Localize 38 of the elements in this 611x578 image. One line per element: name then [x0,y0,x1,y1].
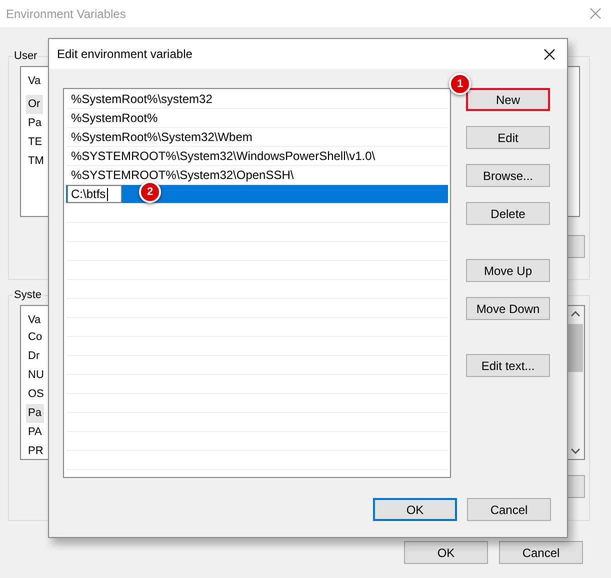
path-text: %SYSTEMROOT%\System32\WindowsPowerShell\v1.0\ [71,149,376,163]
list-item[interactable]: NU [26,366,47,385]
list-item[interactable]: Or [26,95,44,114]
group-label: Syste [13,289,43,301]
column-header[interactable]: Va [28,312,41,328]
list-item[interactable]: Dr [26,347,43,366]
field-value: C:\btfs [71,187,106,201]
action-button[interactable]: Move Down [466,297,550,320]
action-button[interactable]: Move Up [466,259,550,282]
action-button[interactable]: Browse... [466,164,550,187]
dialog-button[interactable]: Cancel [467,498,551,521]
path-text: %SystemRoot%\system32 [71,92,212,106]
dialog-button[interactable]: OK [373,498,457,521]
list-item[interactable]: PR [26,442,46,461]
dialog-button[interactable]: OK [404,541,488,564]
action-button[interactable]: New [466,88,550,111]
path-text: %SYSTEMROOT%\System32\OpenSSH\ [71,168,294,182]
list-item[interactable]: PA [26,423,45,442]
list-item[interactable]: Pa [26,114,44,133]
scrollbar[interactable] [567,306,584,459]
window-title: Environment Variables [6,6,126,20]
list-item[interactable]: Pa [26,404,44,423]
edit-field[interactable]: C:\btfs [67,185,122,203]
action-button[interactable]: Edit [466,126,550,149]
column-header[interactable]: Va [28,73,41,95]
path-text: %SystemRoot% [71,111,158,125]
close-icon[interactable] [544,48,555,60]
group-label: User [13,50,38,62]
action-button[interactable]: Delete [466,202,550,225]
path-text: %SystemRoot%\System32\Wbem [71,130,252,144]
list-item[interactable]: TE [26,133,46,152]
list-item[interactable]: TM [26,152,47,171]
list-item[interactable]: OS [26,385,47,404]
action-button[interactable]: Edit text... [466,354,550,377]
dialog-title: Edit environment variable [57,47,192,61]
list-item[interactable]: Co [26,328,46,347]
dialog-button[interactable]: Cancel [499,541,583,564]
step-badge: 1 [449,73,471,95]
